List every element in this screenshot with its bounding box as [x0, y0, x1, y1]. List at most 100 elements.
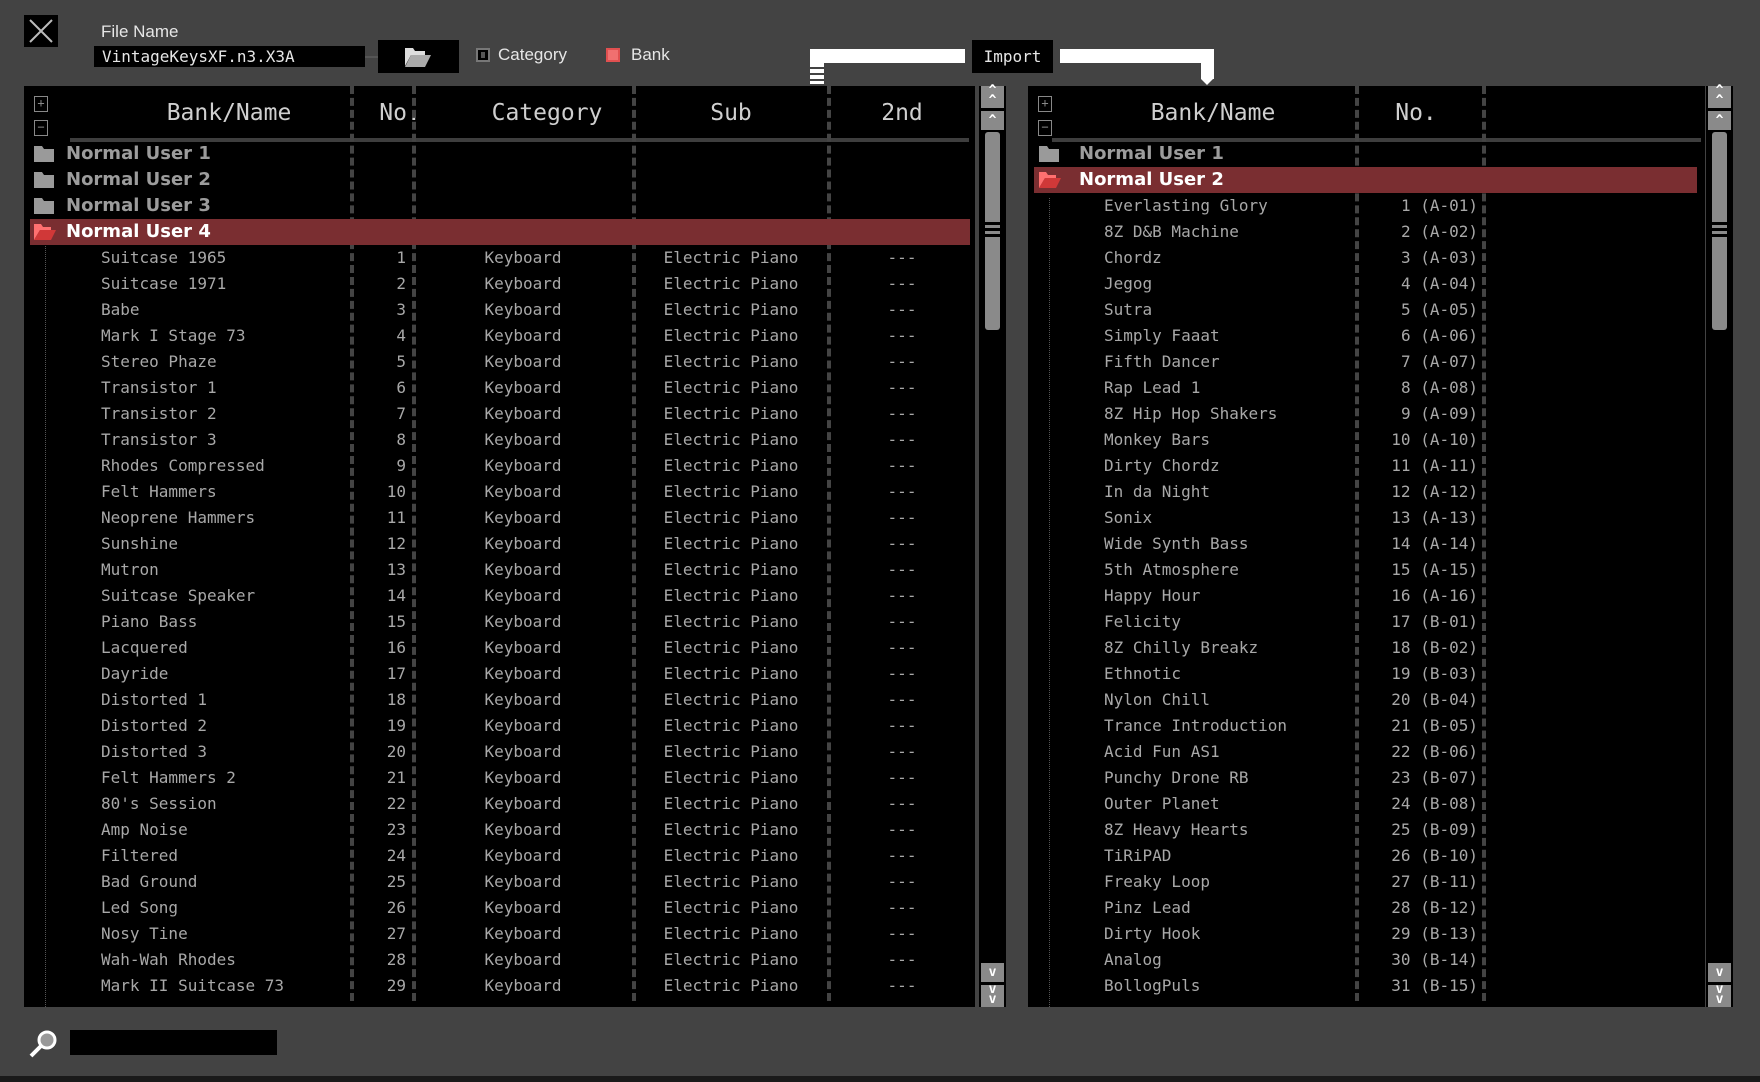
voice-row[interactable]: Mark I Stage 73 4 Keyboard Electric Piano --… — [24, 323, 975, 349]
collapse-all-button[interactable]: − — [1038, 120, 1052, 136]
voice-row[interactable]: Transistor 3 8 Keyboard Electric Piano --- — [24, 427, 975, 453]
right-scrollbar[interactable]: ^ ^ ^ v vv — [1706, 84, 1733, 1007]
source-voice-list[interactable]: + − Bank/Name No. Category Sub 2nd Norma… — [24, 86, 975, 1007]
collapse-all-button[interactable]: − — [34, 120, 48, 136]
voice-row[interactable]: Fifth Dancer 7 (A-07) — [1028, 349, 1705, 375]
voice-row[interactable]: Led Song 26 Keyboard Electric Piano --- — [24, 895, 975, 921]
scroll-down-button[interactable]: v — [1708, 963, 1731, 982]
voice-row[interactable]: Dayride 17 Keyboard Electric Piano --- — [24, 661, 975, 687]
voice-row[interactable]: Nosy Tine 27 Keyboard Electric Piano --- — [24, 921, 975, 947]
voice-row[interactable]: Mutron 13 Keyboard Electric Piano --- — [24, 557, 975, 583]
voice-row[interactable]: Trance Introduction 21 (B-05) — [1028, 713, 1705, 739]
file-name-input[interactable]: VintageKeysXF.n3.X3A — [94, 46, 365, 67]
voice-row[interactable]: Babe 3 Keyboard Electric Piano --- — [24, 297, 975, 323]
scroll-bottom-button[interactable]: vv — [1708, 983, 1731, 1007]
voice-row[interactable]: Felt Hammers 10 Keyboard Electric Piano --- — [24, 479, 975, 505]
voice-row[interactable]: 80's Session 22 Keyboard Electric Piano --- — [24, 791, 975, 817]
voice-number: 14 (A-14) — [1391, 534, 1478, 553]
voice-row[interactable]: Monkey Bars 10 (A-10) — [1028, 427, 1705, 453]
voice-row[interactable]: Everlasting Glory 1 (A-01) — [1028, 193, 1705, 219]
voice-row[interactable]: In da Night 12 (A-12) — [1028, 479, 1705, 505]
voice-row[interactable]: Distorted 3 20 Keyboard Electric Piano --- — [24, 739, 975, 765]
bank-folder-row[interactable]: Normal User 1 — [1034, 141, 1697, 167]
voice-row[interactable]: Analog 30 (B-14) — [1028, 947, 1705, 973]
column-header-bank-name[interactable]: Bank/Name — [84, 100, 374, 126]
voice-row[interactable]: Acid Fun AS1 22 (B-06) — [1028, 739, 1705, 765]
voice-row[interactable]: Simply Faaat 6 (A-06) — [1028, 323, 1705, 349]
search-input[interactable] — [70, 1030, 277, 1055]
bank-folder-row[interactable]: Normal User 3 — [30, 193, 970, 219]
voice-row[interactable]: Distorted 2 19 Keyboard Electric Piano --- — [24, 713, 975, 739]
voice-row[interactable]: Jegog 4 (A-04) — [1028, 271, 1705, 297]
voice-row[interactable]: Felt Hammers 2 21 Keyboard Electric Piano --… — [24, 765, 975, 791]
voice-row[interactable]: Sutra 5 (A-05) — [1028, 297, 1705, 323]
scroll-up-button[interactable]: ^ — [1708, 111, 1731, 130]
voice-row[interactable]: Amp Noise 23 Keyboard Electric Piano --- — [24, 817, 975, 843]
voice-row[interactable]: Dirty Chordz 11 (A-11) — [1028, 453, 1705, 479]
voice-row[interactable]: Lacquered 16 Keyboard Electric Piano --- — [24, 635, 975, 661]
scroll-thumb[interactable] — [983, 132, 1002, 330]
expand-all-button[interactable]: + — [1038, 96, 1052, 112]
scroll-top-button[interactable]: ^ ^ — [1708, 84, 1731, 108]
voice-row[interactable]: TiRiPAD 26 (B-10) — [1028, 843, 1705, 869]
voice-row[interactable]: 8Z Heavy Hearts 25 (B-09) — [1028, 817, 1705, 843]
scroll-top-button[interactable]: ^ ^ — [981, 84, 1004, 108]
scroll-down-button[interactable]: v — [981, 963, 1004, 982]
expand-all-button[interactable]: + — [34, 96, 48, 112]
voice-row[interactable]: Suitcase 1971 2 Keyboard Electric Piano --- — [24, 271, 975, 297]
bank-folder-row[interactable]: Normal User 1 — [30, 141, 970, 167]
voice-row[interactable]: Wide Synth Bass 14 (A-14) — [1028, 531, 1705, 557]
category-checkbox[interactable] — [476, 48, 490, 62]
voice-row[interactable]: Ethnotic 19 (B-03) — [1028, 661, 1705, 687]
voice-row[interactable]: 8Z Chilly Breakz 18 (B-02) — [1028, 635, 1705, 661]
voice-row[interactable]: Sonix 13 (A-13) — [1028, 505, 1705, 531]
voice-row[interactable]: Mark II Suitcase 73 29 Keyboard Electric Pi… — [24, 973, 975, 999]
voice-row[interactable]: Outer Planet 24 (B-08) — [1028, 791, 1705, 817]
voice-row[interactable]: Punchy Drone RB 23 (B-07) — [1028, 765, 1705, 791]
voice-row[interactable]: BollogPuls 31 (B-15) — [1028, 973, 1705, 999]
import-button[interactable]: Import — [972, 40, 1053, 73]
voice-row[interactable]: Felicity 17 (B-01) — [1028, 609, 1705, 635]
voice-row[interactable]: Chordz 3 (A-03) — [1028, 245, 1705, 271]
column-header-bank-name[interactable]: Bank/Name — [1068, 100, 1358, 126]
scroll-up-button[interactable]: ^ — [981, 111, 1004, 130]
close-button[interactable] — [24, 15, 58, 47]
left-scrollbar[interactable]: ^ ^ ^ v vv — [979, 84, 1006, 1007]
voice-row[interactable]: Pinz Lead 28 (B-12) — [1028, 895, 1705, 921]
column-header-sub[interactable]: Sub — [634, 100, 828, 126]
voice-row[interactable]: 8Z Hip Hop Shakers 9 (A-09) — [1028, 401, 1705, 427]
voice-row[interactable]: Neoprene Hammers 11 Keyboard Electric Piano… — [24, 505, 975, 531]
voice-number: 2 — [396, 274, 406, 293]
voice-row[interactable]: Freaky Loop 27 (B-11) — [1028, 869, 1705, 895]
bank-folder-row[interactable]: Normal User 2 — [1034, 167, 1697, 193]
import-connector-right-stem — [1201, 63, 1214, 79]
voice-row[interactable]: Nylon Chill 20 (B-04) — [1028, 687, 1705, 713]
voice-row[interactable]: 5th Atmosphere 15 (A-15) — [1028, 557, 1705, 583]
scroll-thumb[interactable] — [1710, 132, 1729, 330]
voice-row[interactable]: Piano Bass 15 Keyboard Electric Piano --- — [24, 609, 975, 635]
voice-row[interactable]: Transistor 2 7 Keyboard Electric Piano --- — [24, 401, 975, 427]
column-header-2nd[interactable]: 2nd — [832, 100, 972, 126]
voice-row[interactable]: 8Z D&B Machine 2 (A-02) — [1028, 219, 1705, 245]
voice-row[interactable]: Suitcase Speaker 14 Keyboard Electric Piano… — [24, 583, 975, 609]
bank-folder-row[interactable]: Normal User 2 — [30, 167, 970, 193]
column-header-no[interactable]: No. — [1366, 100, 1466, 126]
destination-voice-list[interactable]: + − Bank/Name No. Normal User 1 Normal Us… — [1028, 86, 1705, 1007]
scroll-bottom-button[interactable]: vv — [981, 983, 1004, 1007]
voice-row[interactable]: Wah-Wah Rhodes 28 Keyboard Electric Piano --… — [24, 947, 975, 973]
bank-checkbox[interactable] — [606, 48, 620, 62]
voice-row[interactable]: Rap Lead 1 8 (A-08) — [1028, 375, 1705, 401]
voice-row[interactable]: Bad Ground 25 Keyboard Electric Piano --- — [24, 869, 975, 895]
voice-row[interactable]: Rhodes Compressed 9 Keyboard Electric Piano… — [24, 453, 975, 479]
voice-row[interactable]: Sunshine 12 Keyboard Electric Piano --- — [24, 531, 975, 557]
voice-row[interactable]: Suitcase 1965 1 Keyboard Electric Piano --- — [24, 245, 975, 271]
voice-row[interactable]: Dirty Hook 29 (B-13) — [1028, 921, 1705, 947]
voice-row[interactable]: Happy Hour 16 (A-16) — [1028, 583, 1705, 609]
open-folder-button[interactable] — [378, 40, 459, 73]
bank-folder-row[interactable]: Normal User 4 — [30, 219, 970, 245]
voice-row[interactable]: Transistor 1 6 Keyboard Electric Piano --- — [24, 375, 975, 401]
voice-row[interactable]: Distorted 1 18 Keyboard Electric Piano --- — [24, 687, 975, 713]
voice-row[interactable]: Filtered 24 Keyboard Electric Piano --- — [24, 843, 975, 869]
voice-number: 17 (B-01) — [1391, 612, 1478, 631]
voice-row[interactable]: Stereo Phaze 5 Keyboard Electric Piano --- — [24, 349, 975, 375]
